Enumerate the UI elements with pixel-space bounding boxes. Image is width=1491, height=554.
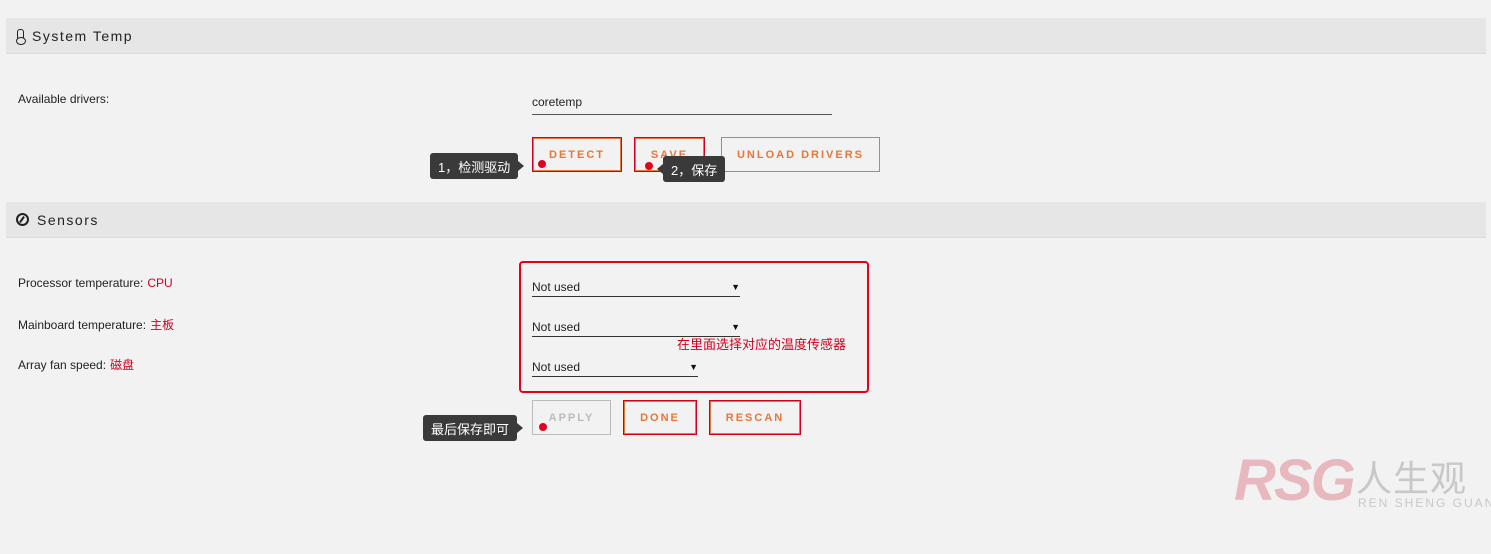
array-fan-label: Array fan speed: 磁盘 — [18, 356, 134, 373]
sensor-label: Array fan speed: — [18, 358, 107, 372]
marker-dot — [538, 160, 546, 168]
sensor-label: Mainboard temperature: — [18, 318, 147, 332]
done-button[interactable]: DONE — [623, 400, 697, 435]
sensor-note: 磁盘 — [110, 358, 135, 372]
marker-dot — [645, 162, 653, 170]
section-title: Sensors — [37, 211, 99, 228]
rescan-button[interactable]: RESCAN — [709, 400, 801, 435]
mainboard-temp-label: Mainboard temperature: 主板 — [18, 316, 174, 333]
tooltip-save: 2，保存 — [656, 156, 726, 182]
highlight-box — [519, 261, 869, 393]
sensors-header: Sensors — [6, 202, 1486, 238]
drivers-input[interactable] — [532, 90, 832, 115]
watermark-en: REN SHENG GUAN — [1358, 496, 1491, 510]
section-title: System Temp — [32, 27, 134, 44]
sensor-note: CPU — [147, 276, 173, 290]
sensor-label: Processor temperature: — [18, 276, 144, 290]
unload-drivers-button[interactable]: UNLOAD DRIVERS — [721, 137, 880, 172]
watermark-logo: RSG 人生观 REN SHENG GUAN — [1234, 448, 1491, 514]
tooltip-apply: 最后保存即可 — [423, 415, 524, 441]
watermark-cn: 人生观 — [1356, 459, 1468, 500]
gauge-icon — [16, 213, 29, 226]
sensor-note: 主板 — [150, 318, 175, 332]
drivers-label: Available drivers: — [18, 92, 110, 106]
thermometer-icon — [16, 28, 26, 45]
tooltip-detect: 1，检测驱动 — [430, 153, 525, 179]
detect-button[interactable]: DETECT — [532, 137, 622, 172]
system-temp-header: System Temp — [6, 18, 1486, 54]
processor-temp-label: Processor temperature: CPU — [18, 276, 173, 290]
marker-dot — [539, 423, 547, 431]
watermark-rsg: RSG — [1234, 448, 1356, 513]
box-annotation: 在里面选择对应的温度传感器 — [677, 337, 847, 352]
